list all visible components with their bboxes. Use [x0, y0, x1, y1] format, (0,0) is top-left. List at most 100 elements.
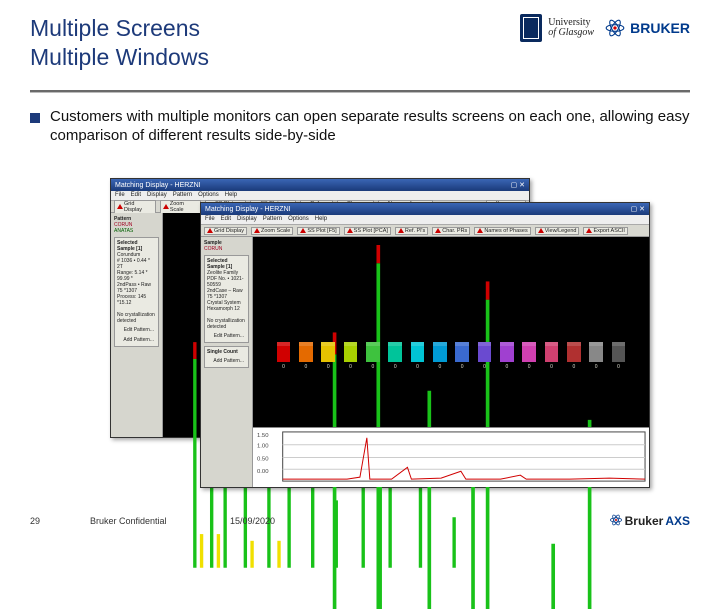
selected-sample-panel: Selected Sample [1] Zeolite Family PDF N…	[204, 255, 249, 343]
selected-sample-panel: Selected Sample [1] Corundum # 1036 • 0.…	[114, 237, 159, 347]
screenshots-group: Matching Display - HERZNI ▢ ✕ File Edit …	[110, 178, 650, 488]
atom-icon	[604, 17, 626, 39]
panel-line: 2ndPass • Raw 75 *1307 Process: 145 *15.…	[117, 282, 151, 306]
list-item[interactable]: ANATAS	[114, 228, 159, 234]
toolbar-button[interactable]: Grid Display	[204, 227, 247, 235]
menu-item[interactable]: Pattern	[263, 216, 282, 223]
menu-item[interactable]: File	[115, 192, 125, 199]
title-line-1: Multiple Screens	[30, 15, 200, 41]
window-controls-icon: ▢ ✕	[511, 181, 525, 189]
menu-item[interactable]: Options	[288, 216, 309, 223]
panel-line: No crystallization detected	[207, 318, 245, 330]
footer-date: 15/09/2020	[230, 516, 350, 526]
toolbar-button[interactable]: Char. PRs	[432, 227, 470, 235]
atom-icon	[609, 513, 623, 530]
bullet-marker-icon	[30, 113, 40, 123]
toolbar-button[interactable]: Zoom Scale	[251, 227, 293, 235]
tick-label: 0	[455, 364, 469, 378]
menu-item[interactable]: Options	[198, 192, 219, 199]
triangle-icon	[477, 228, 483, 233]
spectrum-chart: 1.50 1.00 0.50 0.00	[253, 427, 649, 487]
triangle-icon	[538, 228, 544, 233]
glasgow-crest-icon	[520, 14, 542, 42]
footer-logo-suffix: AXS	[665, 514, 690, 528]
edit-pattern-button[interactable]: Edit Pattern...	[122, 326, 156, 334]
toolbar-button[interactable]: Ref. Pl's	[395, 227, 428, 235]
triangle-icon	[207, 228, 213, 233]
university-of-glasgow-logo: University of Glasgow	[520, 14, 594, 42]
window-controls-icon: ▢ ✕	[631, 205, 645, 213]
window-titlebar: Matching Display - HERZNI ▢ ✕	[201, 203, 649, 215]
menu-item[interactable]: Help	[315, 216, 327, 223]
triangle-icon	[300, 228, 306, 233]
tick-label: 0	[478, 364, 492, 378]
panel-line: No crystallization detected	[117, 312, 155, 324]
title-line-2: Multiple Windows	[30, 44, 209, 70]
triangle-icon	[163, 204, 169, 209]
menubar: File Edit Display Pattern Options Help	[201, 215, 649, 225]
menu-item[interactable]: File	[205, 216, 215, 223]
edit-pattern-button[interactable]: Edit Pattern...	[212, 332, 246, 340]
plot-area: 0000 0000 0000 0000	[253, 237, 649, 427]
triangle-icon	[117, 204, 123, 209]
toolbar-button[interactable]: SS Plot [PCA]	[344, 227, 391, 235]
y-tick: 0.50	[257, 456, 269, 462]
triangle-icon	[398, 228, 404, 233]
tick-label: 0	[500, 364, 514, 378]
triangle-icon	[254, 228, 260, 233]
tick-label: 0	[433, 364, 447, 378]
toolbar-button[interactable]: Names of Phases	[474, 227, 530, 235]
toolbar-button[interactable]: Export ASCII	[583, 227, 628, 235]
tick-label: 0	[366, 364, 380, 378]
window-title: Matching Display - HERZNI	[115, 182, 201, 189]
bruker-logo: BRUKER	[604, 17, 690, 39]
toolbar-label: Grid Display	[214, 228, 244, 234]
triangle-icon	[586, 228, 592, 233]
toolbar-button[interactable]: SS Plot [F5]	[297, 227, 339, 235]
menu-item[interactable]: Display	[147, 192, 167, 199]
panel-line: Range: 5.14 * 99.99 *	[117, 270, 148, 282]
tick-label: 0	[522, 364, 536, 378]
add-pattern-button[interactable]: Add Pattern...	[211, 357, 246, 365]
panel-line: # 1036 • 0.44 * 2T	[117, 258, 150, 270]
footer-logo: BrukerAXS	[609, 513, 690, 530]
menu-item[interactable]: Edit	[131, 192, 141, 199]
list-item[interactable]: CORUN	[204, 246, 249, 252]
toolbar-label: Zoom Scale	[261, 228, 290, 234]
menu-item[interactable]: Display	[237, 216, 257, 223]
toolbar-button[interactable]: View/Legend	[535, 227, 580, 235]
toolbar-label: Ref. Pl's	[405, 228, 425, 234]
bullet-item: Customers with multiple monitors can ope…	[30, 108, 690, 146]
toolbar-label: Char. PRs	[442, 228, 467, 234]
tick-label: 0	[567, 364, 581, 378]
y-tick: 0.00	[257, 469, 269, 475]
toolbar-label: Zoom Scale	[170, 201, 198, 213]
uog-line1: University	[548, 17, 590, 28]
tick-label: 0	[411, 364, 425, 378]
menu-item[interactable]: Pattern	[173, 192, 192, 199]
single-count-panel: Single Count Add Pattern...	[204, 346, 249, 368]
panel-line: Hexamorph 12	[207, 306, 240, 312]
toolbar-button[interactable]: Grid Display	[114, 200, 156, 214]
window-title: Matching Display - HERZNI	[205, 206, 291, 213]
glasgow-logo-text: University of Glasgow	[548, 18, 594, 39]
toolbar: Grid Display Zoom Scale SS Plot [F5] SS …	[201, 225, 649, 237]
toolbar-label: SS Plot [PCA]	[354, 228, 388, 234]
toolbar-label: Names of Phases	[484, 228, 527, 234]
color-swatch-labels: 0000 0000 0000 0000	[277, 364, 626, 378]
sidebar: Sample CORUN Selected Sample [1] Zeolite…	[201, 237, 253, 487]
slide-body: Customers with multiple monitors can ope…	[30, 108, 690, 500]
color-swatch-row	[277, 342, 626, 362]
tick-label: 0	[299, 364, 313, 378]
toolbar-label: View/Legend	[545, 228, 577, 234]
panel-line: PDF No. • 1021-50559	[207, 276, 244, 288]
menu-item[interactable]: Help	[225, 192, 237, 199]
toolbar-button[interactable]: Zoom Scale	[160, 200, 201, 214]
app-window-front: Matching Display - HERZNI ▢ ✕ File Edit …	[200, 202, 650, 488]
menu-item[interactable]: Edit	[221, 216, 231, 223]
footer-logo-main: Bruker	[625, 514, 664, 528]
bullet-text: Customers with multiple monitors can ope…	[50, 108, 690, 146]
add-pattern-button[interactable]: Add Pattern...	[121, 336, 156, 344]
page-number: 29	[30, 516, 90, 526]
toolbar-label: Export ASCII	[593, 228, 625, 234]
